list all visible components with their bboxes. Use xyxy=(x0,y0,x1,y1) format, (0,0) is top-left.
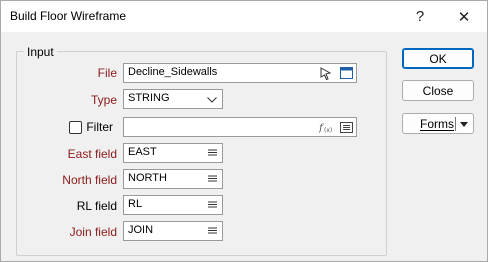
join-field-value: JOIN xyxy=(128,224,154,236)
chevron-down-icon xyxy=(204,92,220,108)
rl-field-input[interactable]: RL xyxy=(123,195,223,215)
list-icon[interactable] xyxy=(204,171,220,187)
close-window-button[interactable]: ✕ xyxy=(442,1,486,32)
list-icon[interactable] xyxy=(338,119,354,135)
rl-field-value: RL xyxy=(128,198,143,210)
east-field-value: EAST xyxy=(128,146,157,158)
join-field-label: Join field xyxy=(69,225,117,239)
function-icon[interactable]: f (x) xyxy=(318,119,334,135)
east-field-label: East field xyxy=(67,147,117,161)
pointer-icon[interactable] xyxy=(318,65,334,81)
north-field-input[interactable]: NORTH xyxy=(123,169,223,189)
input-group-title: Input xyxy=(24,45,57,59)
svg-text:(x): (x) xyxy=(324,127,332,133)
type-value: STRING xyxy=(128,92,170,104)
forms-button-label: Forms xyxy=(420,116,454,131)
north-field-label: North field xyxy=(62,173,117,187)
dialog-window: Build Floor Wireframe ? ✕ Input File Dec… xyxy=(0,0,488,262)
dropdown-arrow-icon[interactable] xyxy=(459,119,469,129)
file-input[interactable]: Decline_Sidewalls xyxy=(123,63,357,83)
type-label: Type xyxy=(90,93,117,107)
east-field-input[interactable]: EAST xyxy=(123,143,223,163)
filter-label: Filter xyxy=(86,120,113,134)
north-field-value: NORTH xyxy=(128,172,167,184)
list-icon[interactable] xyxy=(204,223,220,239)
window-title: Build Floor Wireframe xyxy=(10,9,127,23)
help-button[interactable]: ? xyxy=(398,1,442,32)
forms-separator xyxy=(455,117,456,131)
title-bar: Build Floor Wireframe ? ✕ xyxy=(1,1,487,32)
ok-button[interactable]: OK xyxy=(402,48,474,69)
browse-icon[interactable] xyxy=(338,65,354,81)
type-select[interactable]: STRING xyxy=(123,89,223,109)
filter-input[interactable]: f (x) xyxy=(123,117,357,137)
list-icon[interactable] xyxy=(204,197,220,213)
file-value: Decline_Sidewalls xyxy=(128,66,218,78)
join-field-input[interactable]: JOIN xyxy=(123,221,223,241)
file-label: File xyxy=(97,66,117,80)
rl-field-label: RL field xyxy=(76,199,117,213)
list-icon[interactable] xyxy=(204,145,220,161)
close-button[interactable]: Close xyxy=(402,80,474,101)
